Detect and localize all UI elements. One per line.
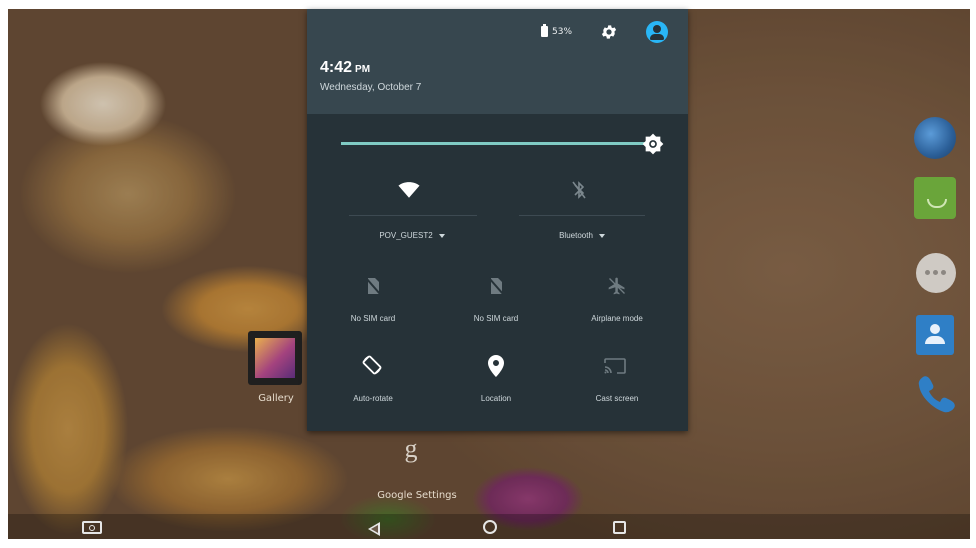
camera-icon[interactable] [82, 521, 102, 534]
bluetooth-off-icon[interactable] [571, 180, 587, 204]
battery-icon [541, 24, 548, 37]
google-settings-icon[interactable]: g [396, 434, 426, 464]
clock-date: Wednesday, October 7 [320, 82, 422, 93]
bluetooth-tile-label[interactable]: Bluetooth [517, 231, 647, 240]
brightness-icon[interactable] [642, 133, 664, 155]
chevron-down-icon [438, 233, 445, 238]
no-sim-icon[interactable] [365, 277, 381, 299]
all-apps-icon[interactable] [916, 253, 956, 293]
autorotate-tile-label[interactable]: Auto-rotate [323, 394, 423, 403]
airplane-icon[interactable] [607, 276, 627, 300]
bluetooth-divider [519, 215, 645, 216]
phone-app-icon[interactable] [914, 371, 956, 413]
home-button[interactable] [483, 520, 497, 534]
shade-header: 53% 4:42 PM Wednesday, October 7 [307, 9, 688, 114]
navigation-bar [8, 514, 970, 539]
location-tile-label[interactable]: Location [446, 394, 546, 403]
sim2-tile-label[interactable]: No SIM card [446, 314, 546, 323]
user-avatar-icon[interactable] [646, 21, 668, 43]
airplane-tile-label[interactable]: Airplane mode [567, 314, 667, 323]
google-settings-label: Google Settings [377, 490, 457, 501]
cast-tile-label[interactable]: Cast screen [567, 394, 667, 403]
contacts-app-icon[interactable] [916, 315, 954, 355]
gallery-app-label: Gallery [258, 393, 294, 404]
notification-shade: 53% 4:42 PM Wednesday, October 7 POV_GUES… [307, 9, 688, 431]
browser-globe-icon[interactable] [914, 117, 956, 159]
messaging-app-icon[interactable] [914, 177, 956, 219]
chevron-down-icon [598, 233, 605, 238]
location-pin-icon[interactable] [488, 355, 504, 381]
rotate-icon[interactable] [361, 354, 383, 380]
cast-icon[interactable] [603, 357, 627, 379]
settings-gear-icon[interactable] [600, 23, 618, 41]
sim1-tile-label[interactable]: No SIM card [323, 314, 423, 323]
recents-button[interactable] [613, 521, 626, 534]
clock-time: 4:42 PM [320, 59, 371, 76]
brightness-slider[interactable] [341, 142, 651, 145]
wifi-divider [349, 215, 477, 216]
wifi-icon[interactable] [398, 181, 420, 203]
back-button[interactable] [368, 522, 380, 536]
clock-ampm: PM [355, 64, 371, 75]
no-sim-icon[interactable] [488, 277, 504, 299]
gallery-app-icon[interactable] [248, 331, 302, 385]
gallery-thumbnail [255, 338, 295, 378]
wifi-tile-label[interactable]: POV_GUEST2 [347, 231, 477, 240]
battery-percent: 53% [552, 27, 573, 37]
